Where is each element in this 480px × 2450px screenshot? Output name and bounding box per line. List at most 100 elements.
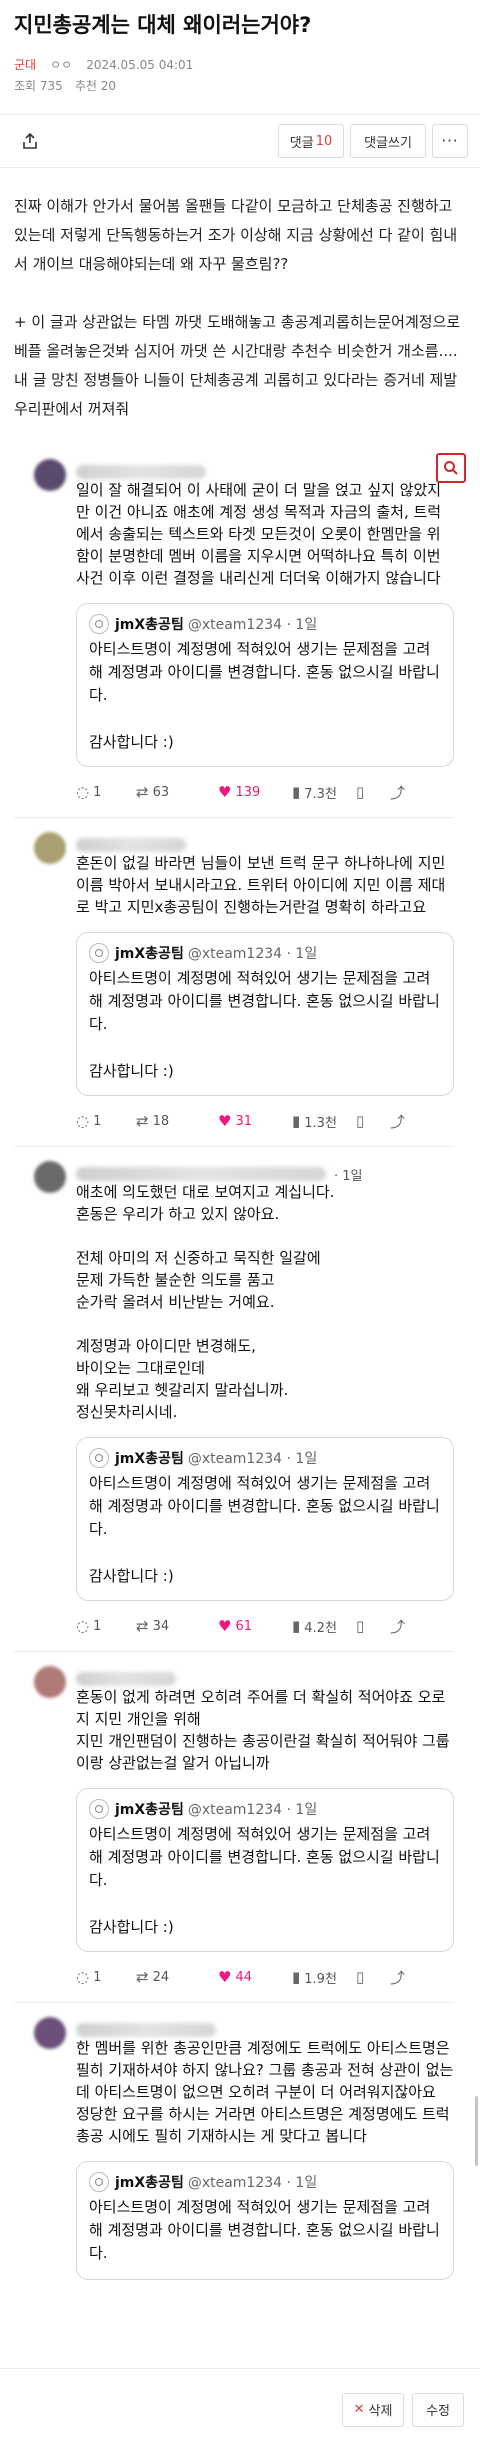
retweet-button[interactable]: ⇄ 63	[136, 783, 218, 801]
quoted-tweet[interactable]: jmX총공팀 @xteam1234 · 1일아티스트명이 계정명에 적혀있어 생기…	[76, 2161, 454, 2280]
board-name[interactable]: 군대	[14, 56, 36, 73]
like-button[interactable]: ♥ 139	[218, 783, 292, 801]
post-header: 지민총공계는 대체 왜이러는거야? 군대 ㅇㅇ 2024.05.05 04:01…	[0, 0, 480, 94]
blurred-username	[76, 1672, 176, 1686]
quote-text: 아티스트명이 계정명에 적혀있어 생기는 문제점을 고려해 계정명과 아이디를 …	[89, 2198, 440, 2262]
share-icon[interactable]: ⤴	[390, 1616, 405, 1637]
quote-text: 아티스트명이 계정명에 적혀있어 생기는 문제점을 고려해 계정명과 아이디를 …	[89, 640, 440, 704]
share-icon[interactable]: ⤴	[390, 782, 405, 803]
post-body: 진짜 이해가 안가서 물어봄 올팬들 다같이 모금하고 단체총공 진행하고 있는…	[0, 168, 480, 424]
retweet-button[interactable]: ⇄ 18	[136, 1112, 218, 1130]
quote-thanks: 감사합니다 :)	[89, 733, 174, 751]
retweet-button[interactable]: ⇄ 34	[136, 1617, 218, 1635]
quoted-tweet[interactable]: jmX총공팀 @xteam1234 · 1일아티스트명이 계정명에 적혀있어 생기…	[76, 603, 454, 767]
quote-header: jmX총공팀 @xteam1234 · 1일	[89, 1799, 441, 1819]
quoted-tweet[interactable]: jmX총공팀 @xteam1234 · 1일 아티스트명이 계정명에 적혀있어 생기…	[76, 932, 454, 1096]
quote-handle: @xteam1234 · 1일	[187, 2175, 318, 2191]
avatar[interactable]	[34, 1666, 66, 1698]
more-options-button[interactable]: ···	[432, 124, 468, 158]
bookmark-icon[interactable]: ▯	[356, 1968, 390, 1986]
quote-thanks: 감사합니다 :)	[89, 1567, 174, 1585]
comment-count-button[interactable]: 댓글 10	[278, 124, 344, 158]
tweet-body: 한 멤버를 위한 총공인만큼 계정에도 트럭에도 아티스트명은 필히 기재하셔야…	[76, 2039, 455, 2145]
tweet-time: · 1일	[334, 1169, 363, 1184]
views-button[interactable]: ▮ 1.9천	[292, 1968, 356, 1987]
reply-icon: ◌	[76, 783, 90, 801]
search-icon[interactable]	[436, 453, 466, 483]
quote-avatar	[89, 1799, 109, 1819]
retweet-icon: ⇄	[136, 1617, 149, 1635]
quote-text: 아티스트명이 계정명에 적혀있어 생기는 문제점을 고려해 계정명과 아이디를 …	[89, 1474, 440, 1538]
quote-thanks: 감사합니다 :)	[89, 1062, 174, 1080]
reply-button[interactable]: ◌ 1	[76, 1617, 136, 1635]
comment-label: 댓글	[289, 135, 314, 151]
comment-count: 10	[315, 133, 333, 149]
quote-handle: @xteam1234 · 1일	[187, 1451, 318, 1467]
quoted-tweet[interactable]: jmX총공팀 @xteam1234 · 1일 아티스트명이 계정명에 적혀있어 생기…	[76, 1788, 454, 1952]
quote-thanks: 감사합니다 :)	[89, 1918, 174, 1936]
blurred-username	[76, 2023, 216, 2037]
quote-name: jmX총공팀	[115, 1802, 184, 1818]
quote-text: 아티스트명이 계정명에 적혀있어 생기는 문제점을 고려해 계정명과 아이디를 …	[89, 969, 440, 1033]
post-meta: 군대 ㅇㅇ 2024.05.05 04:01	[14, 56, 466, 73]
tweet-item[interactable]: 혼돈이 없길 바라면 님들이 보낸 트럭 문구 하나하나에 지민 이름 박아서 …	[14, 832, 466, 1147]
quote-handle: @xteam1234 · 1일	[187, 1802, 318, 1818]
tweet-stats: ◌ 1 ⇄ 24 ♥ 44 ▮ 1.9천 ▯ ⤴	[76, 1966, 454, 1988]
reply-button[interactable]: ◌ 1	[76, 1112, 136, 1130]
bookmark-icon[interactable]: ▯	[356, 783, 390, 801]
retweet-icon: ⇄	[136, 783, 149, 801]
share-icon[interactable]	[16, 127, 44, 155]
quote-name: jmX총공팀	[115, 2175, 184, 2191]
write-comment-button[interactable]: 댓글쓰기	[350, 124, 426, 158]
bookmark-icon[interactable]: ▯	[356, 1112, 390, 1130]
reply-icon: ◌	[76, 1112, 90, 1130]
avatar[interactable]	[34, 2017, 66, 2049]
tweet-item[interactable]: 한 멤버를 위한 총공인만큼 계정에도 트럭에도 아티스트명은 필히 기재하셔야…	[14, 2017, 466, 2280]
tweet-text: 한 멤버를 위한 총공인만큼 계정에도 트럭에도 아티스트명은 필히 기재하셔야…	[76, 2037, 454, 2147]
content-fade	[0, 2298, 480, 2368]
like-button[interactable]: ♥ 61	[218, 1617, 292, 1635]
share-icon[interactable]: ⤴	[390, 1111, 405, 1132]
tweet-list: 일이 잘 해결되어 이 사태에 굳이 더 말을 얹고 싶지 않았지만 이건 아니…	[14, 453, 466, 2280]
tweet-body: 혼돈이 없길 바라면 님들이 보낸 트럭 문구 하나하나에 지민 이름 박아서 …	[76, 854, 451, 916]
quote-avatar	[89, 943, 109, 963]
quote-header: jmX총공팀 @xteam1234 · 1일	[89, 614, 441, 634]
like-button[interactable]: ♥ 44	[218, 1968, 292, 1986]
quote-name: jmX총공팀	[115, 946, 184, 962]
post-title: 지민총공계는 대체 왜이러는거야?	[14, 13, 312, 37]
delete-button[interactable]: ✕ 삭제	[342, 2392, 404, 2427]
share-icon[interactable]: ⤴	[390, 1967, 405, 1988]
retweet-icon: ⇄	[136, 1112, 149, 1130]
quoted-tweet[interactable]: jmX총공팀 @xteam1234 · 1일 아티스트명이 계정명에 적혀있어 생기…	[76, 1437, 454, 1601]
tweet-item[interactable]: · 1일 애초에 의도했던 대로 보여지고 계십니다. 혼동은 우리가 하고 있지…	[14, 1161, 466, 1652]
avatar[interactable]	[34, 1161, 66, 1193]
view-count: 4.2천	[304, 1620, 337, 1636]
views-button[interactable]: ▮ 4.2천	[292, 1617, 356, 1636]
quote-name: jmX총공팀	[115, 617, 184, 633]
like-button[interactable]: ♥ 31	[218, 1112, 292, 1130]
bookmark-icon[interactable]: ▯	[356, 1617, 390, 1635]
quote-header: jmX총공팀 @xteam1234 · 1일	[89, 2172, 441, 2192]
delete-label: 삭제	[368, 2404, 393, 2419]
views-button[interactable]: ▮ 7.3천	[292, 783, 356, 802]
tweet-item[interactable]: 혼동이 없게 하려면 오히려 주어를 더 확실히 적어야죠 오로지 지민 개인을…	[14, 1666, 466, 2003]
reply-button[interactable]: ◌ 1	[76, 783, 136, 801]
post-stats: 조회 735 추천 20	[14, 77, 466, 94]
post-footer: ✕ 삭제 수정	[0, 2368, 480, 2450]
tweet-body: 혼동이 없게 하려면 오히려 주어를 더 확실히 적어야죠 오로지 지민 개인을…	[76, 1688, 450, 1772]
edit-button[interactable]: 수정	[412, 2392, 464, 2427]
tweet-stats: ◌ 1 ⇄ 63 ♥ 139 ▮ 7.3천 ▯ ⤴	[76, 781, 454, 803]
heart-icon: ♥	[218, 1112, 232, 1130]
heart-icon: ♥	[218, 783, 232, 801]
retweet-button[interactable]: ⇄ 24	[136, 1968, 218, 1986]
avatar[interactable]	[34, 832, 66, 864]
tweet-item[interactable]: 일이 잘 해결되어 이 사태에 굳이 더 말을 얹고 싶지 않았지만 이건 아니…	[14, 453, 466, 818]
tweet-stats: ◌ 1 ⇄ 18 ♥ 31 ▮ 1.3천 ▯ ⤴	[76, 1110, 454, 1132]
views-button[interactable]: ▮ 1.3천	[292, 1112, 356, 1131]
like-count: 139	[235, 784, 261, 800]
tweet-text: 애초에 의도했던 대로 보여지고 계십니다. 혼동은 우리가 하고 있지 않아요…	[76, 1181, 454, 1423]
view-count: 1.3천	[304, 1115, 337, 1131]
reply-button[interactable]: ◌ 1	[76, 1968, 136, 1986]
scrollbar[interactable]	[475, 2096, 478, 2166]
avatar[interactable]	[34, 459, 66, 491]
